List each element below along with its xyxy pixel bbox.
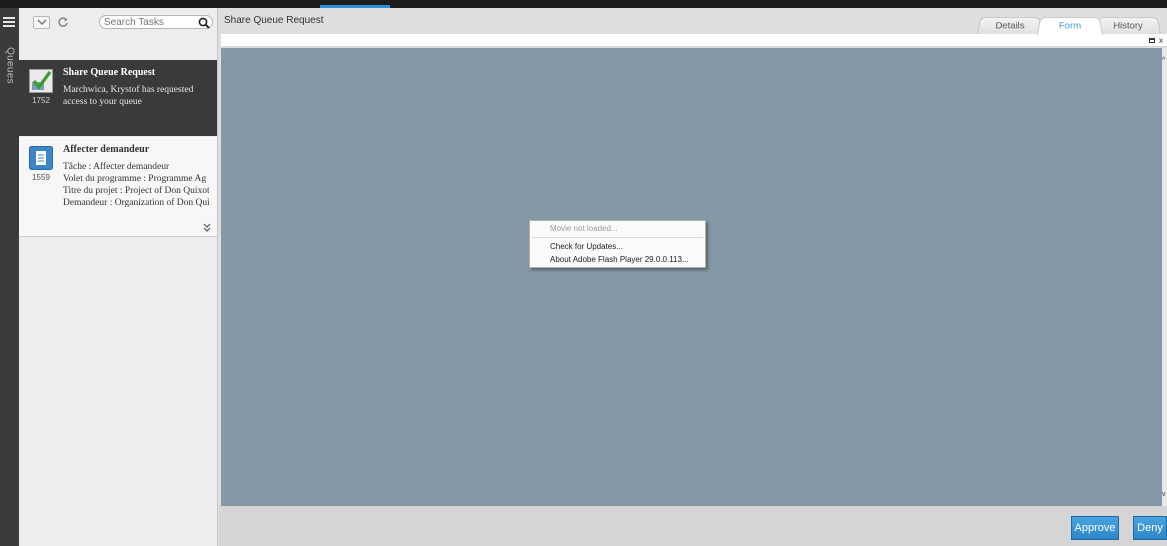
task-description-line: Tâche : Affecter demandeur bbox=[63, 162, 170, 172]
flash-player-area[interactable]: Movie not loaded... Check for Updates...… bbox=[221, 48, 1162, 506]
page-title: Share Queue Request bbox=[224, 15, 324, 26]
task-number: 1559 bbox=[32, 173, 50, 182]
tab-history[interactable]: History bbox=[1095, 17, 1161, 35]
menu-item-movie-not-loaded: Movie not loaded... bbox=[550, 224, 618, 233]
tab-bar: Details History Form bbox=[977, 15, 1167, 35]
chevron-down-icon bbox=[37, 19, 47, 26]
scroll-up-icon[interactable]: ^ bbox=[1162, 57, 1167, 64]
action-footer: Approve Deny bbox=[219, 506, 1167, 546]
task-description-line: Marchwica, Krystof has requested access … bbox=[63, 85, 194, 107]
flash-context-menu: Movie not loaded... Check for Updates...… bbox=[529, 220, 706, 268]
form-toolbar: x bbox=[221, 34, 1167, 47]
task-description-line: Volet du programme : Programme Ag bbox=[63, 174, 207, 184]
task-description: Marchwica, Krystof has requested access … bbox=[63, 84, 209, 108]
maximize-icon[interactable] bbox=[1149, 38, 1155, 44]
menu-item-about-flash[interactable]: About Adobe Flash Player 29.0.0.113... bbox=[550, 255, 689, 264]
queues-rail-label[interactable]: Queues bbox=[5, 44, 16, 88]
close-form-button[interactable]: x bbox=[1159, 36, 1163, 45]
task-description-line: Titre du projet : Project of Don Quixote bbox=[63, 186, 209, 196]
top-bar bbox=[0, 0, 1167, 8]
search-box bbox=[99, 15, 213, 29]
deny-button[interactable]: Deny bbox=[1133, 516, 1167, 540]
search-input[interactable] bbox=[104, 16, 198, 28]
menu-separator bbox=[532, 237, 703, 238]
vertical-scrollbar[interactable]: ^ v bbox=[1162, 48, 1167, 506]
menu-icon[interactable] bbox=[3, 17, 15, 27]
filter-dropdown[interactable] bbox=[33, 16, 50, 29]
main-pane: Share Queue Request Details History Form… bbox=[219, 8, 1167, 546]
menu-item-check-updates[interactable]: Check for Updates... bbox=[550, 242, 623, 251]
window-controls: x bbox=[1149, 36, 1163, 45]
task-description-line: Demandeur : Organization of Don Qui bbox=[63, 198, 209, 208]
expand-double-chevron-icon[interactable] bbox=[203, 223, 211, 232]
task-description: Tâche : Affecter demandeur Volet du prog… bbox=[63, 161, 209, 209]
task-list-toolbar bbox=[19, 8, 218, 60]
search-icon[interactable] bbox=[198, 17, 210, 29]
task-number: 1752 bbox=[32, 96, 50, 105]
document-icon bbox=[29, 146, 53, 170]
task-item-share-queue-request[interactable]: 1752 Share Queue Request Marchwica, Krys… bbox=[19, 60, 217, 136]
tab-details[interactable]: Details bbox=[977, 17, 1043, 35]
tab-form[interactable]: Form bbox=[1037, 17, 1103, 35]
task-list-pane: 1752 Share Queue Request Marchwica, Krys… bbox=[19, 8, 218, 546]
left-rail: Queues bbox=[0, 8, 19, 546]
scroll-down-icon[interactable]: v bbox=[1162, 491, 1167, 498]
task-title: Affecter demandeur bbox=[63, 144, 150, 155]
task-title: Share Queue Request bbox=[63, 67, 156, 78]
approve-check-icon bbox=[29, 69, 53, 93]
approve-button[interactable]: Approve bbox=[1071, 516, 1119, 540]
task-item-affecter-demandeur[interactable]: 1559 Affecter demandeur Tâche : Affecter… bbox=[19, 137, 217, 237]
refresh-icon[interactable] bbox=[57, 16, 69, 28]
